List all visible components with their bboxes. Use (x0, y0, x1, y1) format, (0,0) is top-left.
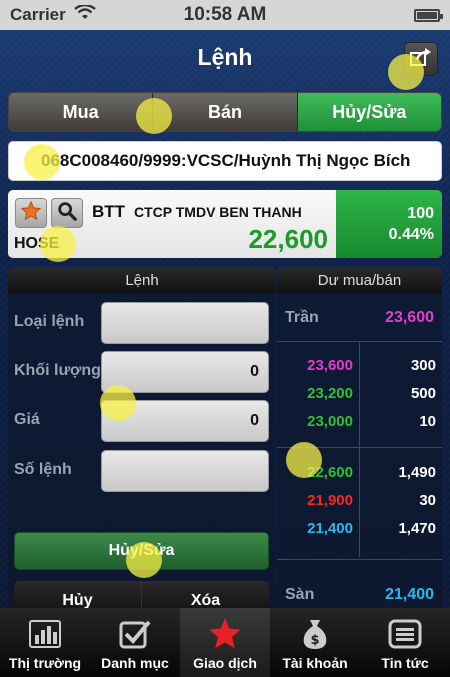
quantity-label: Khối lượng (14, 362, 101, 379)
depth-panel-header: Dư mua/bán (277, 267, 442, 293)
stock-change-value: 100 (407, 204, 434, 222)
stock-symbol: BTT (92, 202, 126, 221)
star-icon (20, 200, 42, 227)
market-depth-panel: Dư mua/bán Trần 23,600 23,600 300 23,200… (277, 267, 442, 620)
depth-vertical-divider (359, 341, 360, 557)
cancel-edit-button[interactable]: Hủy/Sửa (14, 532, 269, 570)
tab-portfolio[interactable]: Danh mục (90, 608, 180, 677)
tab-label: Danh mục (101, 655, 169, 671)
price-input[interactable]: 0 (101, 400, 269, 442)
floor-value: 21,400 (385, 586, 434, 603)
battery-icon (414, 8, 443, 22)
buy-volume: 30 (419, 491, 436, 509)
depth-divider (277, 559, 442, 560)
stock-change-percent: 0.44% (388, 225, 434, 243)
order-type-label: Loại lệnh (14, 313, 85, 330)
sell-price: 23,600 (307, 356, 353, 374)
order-number-row: Số lệnh (8, 450, 276, 492)
sell-volume: 500 (410, 384, 436, 402)
order-type-input[interactable] (101, 302, 269, 344)
svg-text:$: $ (310, 633, 319, 648)
floor-label: Sàn (285, 586, 315, 603)
tab-label: Thị trường (8, 655, 82, 671)
buy-volume: 1,490 (398, 463, 436, 481)
ceiling-label: Trần (285, 309, 319, 326)
tab-bar: Thị trường Danh mục Giao dịch $ Tài khoả… (0, 608, 450, 677)
order-panel-header: Lệnh (8, 267, 276, 293)
ceiling-row: Trần 23,600 (277, 295, 442, 341)
wifi-icon (74, 3, 96, 26)
stock-price: 22,600 (248, 224, 328, 254)
buy-price: 21,900 (307, 491, 353, 509)
tab-label: Tin tức (381, 655, 429, 671)
segment-cancel-edit[interactable]: Hủy/Sửa (297, 93, 441, 131)
segment-buy[interactable]: Mua (9, 93, 154, 131)
quantity-row: Khối lượng 0 (8, 351, 276, 393)
buy-price: 21,400 (307, 519, 353, 537)
sell-volume: 300 (410, 356, 436, 374)
page-title: Lệnh (197, 44, 253, 70)
bar-chart-icon (27, 617, 63, 651)
quantity-input[interactable]: 0 (101, 351, 269, 393)
price-label: Giá (14, 411, 40, 428)
favorite-button[interactable] (15, 198, 47, 228)
status-left: Carrier (10, 3, 96, 26)
price-row: Giá 0 (8, 400, 276, 442)
stock-name: CTCP TMDV BEN THANH (134, 204, 302, 220)
tab-label: Tài khoản (282, 655, 348, 671)
order-number-label: Số lệnh (14, 461, 72, 478)
buy-volume: 1,470 (398, 519, 436, 537)
star-icon (207, 617, 243, 651)
share-icon (409, 46, 433, 73)
stock-info: BTT CTCP TMDV BEN THANH HOSE 22,600 (8, 190, 336, 258)
order-type-row: Loại lệnh (8, 302, 276, 344)
tab-trading[interactable]: Giao dịch (180, 608, 270, 677)
sell-price: 23,200 (307, 384, 353, 402)
stock-exchange: HOSE (14, 235, 60, 252)
share-button[interactable] (404, 42, 438, 76)
ceiling-value: 23,600 (385, 309, 434, 326)
segment-sell[interactable]: Bán (153, 93, 298, 131)
carrier-label: Carrier (10, 5, 66, 24)
tab-news[interactable]: Tin tức (360, 608, 450, 677)
checkbox-icon (117, 617, 153, 651)
news-icon (387, 617, 423, 651)
money-bag-icon: $ (297, 617, 333, 651)
tab-account[interactable]: $ Tài khoản (270, 608, 360, 677)
search-icon (56, 200, 78, 227)
order-type-segmented-control: Mua Bán Hủy/Sửa (8, 92, 442, 132)
buy-price: 22,600 (307, 463, 353, 481)
main-screen: Lệnh Mua Bán Hủy/Sửa 068C008460/9999:VCS… (0, 30, 450, 620)
account-selector[interactable]: 068C008460/9999:VCSC/Huỳnh Thị Ngọc Bích (8, 141, 442, 181)
sell-price: 23,000 (307, 412, 353, 430)
order-panel: Lệnh Loại lệnh Khối lượng 0 Giá 0 Số lện… (8, 267, 276, 620)
order-number-input[interactable] (101, 450, 269, 492)
stock-change-box: 100 0.44% (336, 190, 442, 258)
tab-label: Giao dịch (193, 655, 257, 671)
status-bar: Carrier 10:58 AM (0, 0, 450, 30)
search-button[interactable] (51, 198, 83, 228)
stock-card: BTT CTCP TMDV BEN THANH HOSE 22,600 100 … (8, 190, 442, 258)
tab-market[interactable]: Thị trường (0, 608, 90, 677)
sell-volume: 10 (419, 412, 436, 430)
